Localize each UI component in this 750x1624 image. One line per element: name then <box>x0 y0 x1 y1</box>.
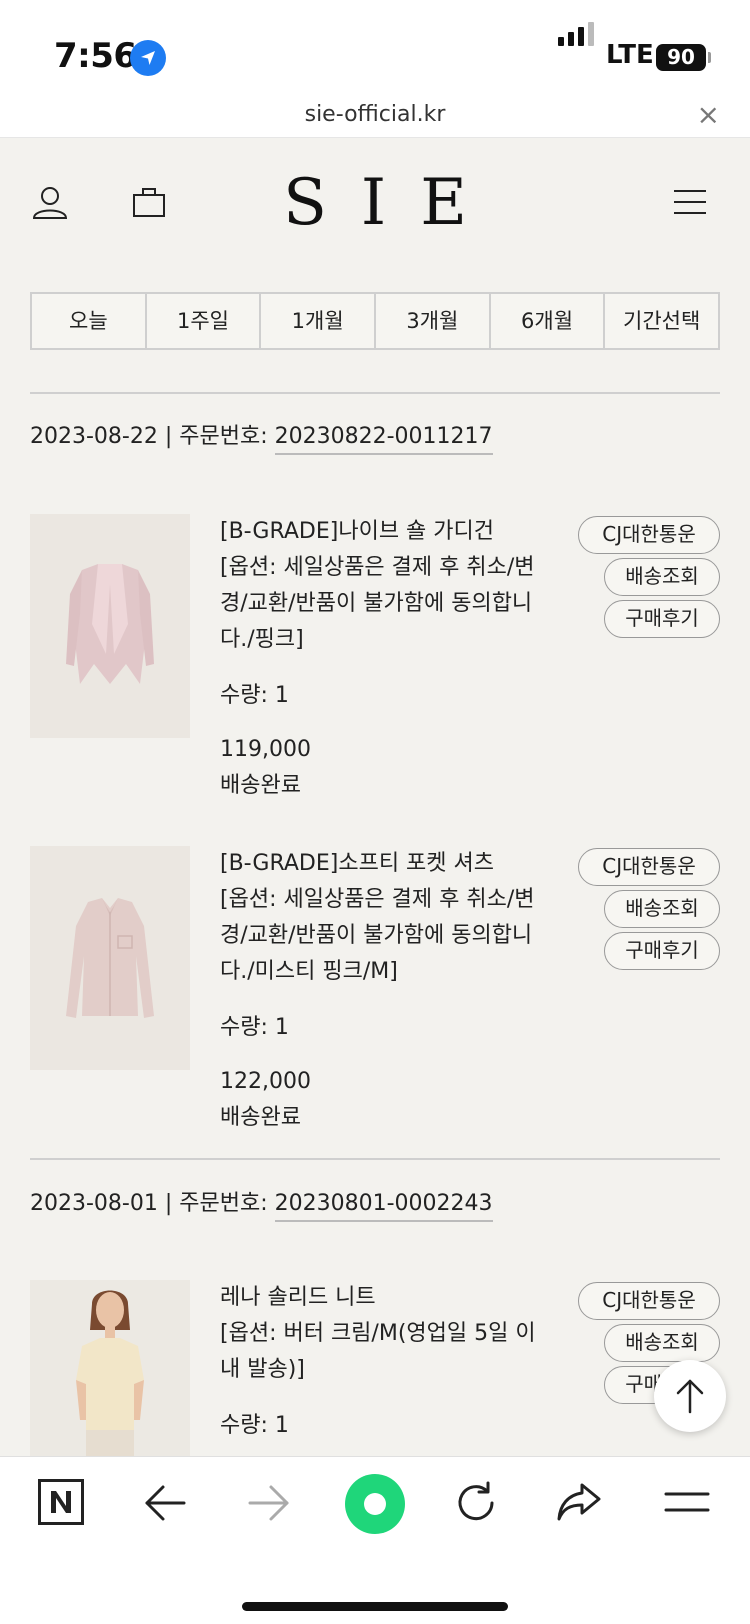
product-image-shirt[interactable] <box>30 846 190 1070</box>
write-review-button[interactable]: 구매후기 <box>604 932 720 970</box>
scroll-to-top-button[interactable] <box>654 1360 726 1432</box>
order-header: 2023-08-22 | 주문번호: 20230822-0011217 <box>30 418 493 455</box>
browser-toolbar <box>0 1456 750 1624</box>
site-logo[interactable]: SIE <box>0 166 750 240</box>
tab-1-week[interactable]: 1주일 <box>147 294 262 348</box>
order-number-label: | 주문번호: <box>157 424 275 449</box>
order-number-link[interactable]: 20230822-0011217 <box>274 424 493 455</box>
product-price: 119,000 <box>220 737 311 762</box>
product-name[interactable]: [B-GRADE]나이브 숄 가디건 <box>220 514 550 550</box>
tab-6-months[interactable]: 6개월 <box>491 294 606 348</box>
product-info: [B-GRADE]소프티 포켓 셔츠 [옵션: 세일상품은 결제 후 취소/변경… <box>220 846 550 1136</box>
divider <box>30 392 720 394</box>
back-arrow-icon[interactable] <box>144 1483 186 1527</box>
product-option: [옵션: 세일상품은 결제 후 취소/변경/교환/반품이 불가함에 동의합니다.… <box>220 887 535 984</box>
courier-button[interactable]: CJ대한통운 <box>578 848 720 886</box>
product-info: [B-GRADE]나이브 숄 가디건 [옵션: 세일상품은 결제 후 취소/변경… <box>220 514 550 804</box>
close-icon[interactable]: × <box>697 98 720 131</box>
product-option: [옵션: 세일상품은 결제 후 취소/변경/교환/반품이 불가함에 동의합니다.… <box>220 555 535 652</box>
tab-1-month[interactable]: 1개월 <box>261 294 377 348</box>
url-bar[interactable]: sie-official.kr × <box>0 98 750 138</box>
divider <box>30 1158 720 1160</box>
delivery-status: 배송완료 <box>220 1105 301 1130</box>
product-quantity: 수량: 1 <box>220 1413 289 1438</box>
product-name[interactable]: 레나 솔리드 니트 <box>220 1280 550 1316</box>
naver-icon[interactable] <box>38 1479 84 1529</box>
product-price: 122,000 <box>220 1069 311 1094</box>
green-dot-icon[interactable] <box>344 1473 406 1539</box>
product-image-cardigan[interactable] <box>30 514 190 738</box>
status-time: 7:56 <box>54 36 137 76</box>
tab-custom-period[interactable]: 기간선택 <box>605 294 718 348</box>
track-delivery-button[interactable]: 배송조회 <box>604 1324 720 1362</box>
location-arrow-icon <box>130 40 166 76</box>
order-date: 2023-08-22 <box>30 424 158 449</box>
refresh-icon[interactable] <box>454 1481 498 1529</box>
product-option: [옵션: 버터 크림/M(영업일 5일 이내 발송)] <box>220 1321 536 1382</box>
write-review-button[interactable]: 구매후기 <box>604 600 720 638</box>
product-quantity: 수량: 1 <box>220 1015 289 1040</box>
order-number-link[interactable]: 20230801-0002243 <box>274 1191 493 1222</box>
track-delivery-button[interactable]: 배송조회 <box>604 890 720 928</box>
period-tabs: 오늘 1주일 1개월 3개월 6개월 기간선택 <box>30 292 720 350</box>
battery-tip-icon <box>708 52 711 63</box>
network-type: LTE <box>606 40 654 70</box>
tab-menu-icon[interactable] <box>664 1491 710 1519</box>
share-icon[interactable] <box>556 1481 602 1527</box>
menu-icon[interactable] <box>674 190 706 223</box>
track-delivery-button[interactable]: 배송조회 <box>604 558 720 596</box>
order-date: 2023-08-01 <box>30 1191 158 1216</box>
tab-today[interactable]: 오늘 <box>32 294 147 348</box>
home-indicator <box>242 1602 508 1611</box>
tab-3-months[interactable]: 3개월 <box>376 294 491 348</box>
site-header: SIE <box>0 138 750 268</box>
product-quantity: 수량: 1 <box>220 683 289 708</box>
battery-level: 90 <box>656 44 706 71</box>
order-header: 2023-08-01 | 주문번호: 20230801-0002243 <box>30 1185 493 1222</box>
product-image-knit[interactable] <box>30 1280 190 1456</box>
order-number-label: | 주문번호: <box>157 1191 275 1216</box>
forward-arrow-icon[interactable] <box>248 1483 290 1527</box>
product-info: 레나 솔리드 니트 [옵션: 버터 크림/M(영업일 5일 이내 발송)] 수량… <box>220 1280 550 1444</box>
courier-button[interactable]: CJ대한통운 <box>578 516 720 554</box>
courier-button[interactable]: CJ대한통운 <box>578 1282 720 1320</box>
product-name[interactable]: [B-GRADE]소프티 포켓 셔츠 <box>220 846 550 882</box>
delivery-status: 배송완료 <box>220 773 301 798</box>
url-text[interactable]: sie-official.kr <box>0 102 750 127</box>
status-bar: 7:56 LTE 90 <box>0 0 750 100</box>
